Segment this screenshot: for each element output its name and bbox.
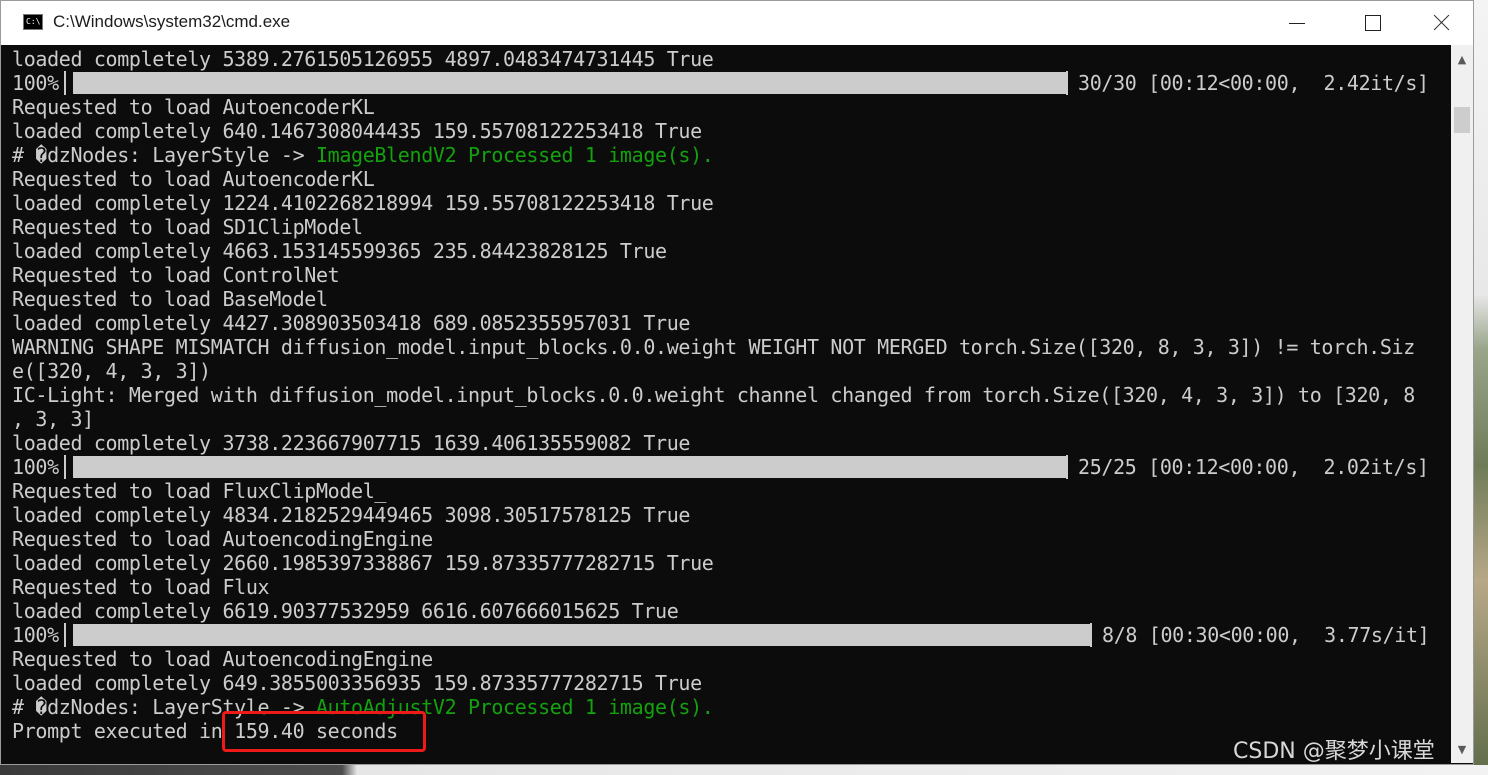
console-line: loaded completely 5389.2761505126955 489… [12, 47, 714, 71]
maximize-icon[interactable] [1337, 1, 1407, 45]
console-line: loaded completely 6619.90377532959 6616.… [12, 599, 679, 623]
minimize-icon[interactable] [1261, 1, 1331, 45]
console-line-text: Requested to load AutoencoderKL [12, 167, 375, 191]
console-line-text: loaded completely 1224.4102268218994 159… [12, 191, 714, 215]
window-title: C:\Windows\system32\cmd.exe [53, 12, 291, 31]
console-line: loaded completely 1224.4102268218994 159… [12, 191, 714, 215]
console-line-success-text: ImageBlendV2 Processed 1 image(s). [315, 143, 714, 167]
console-output[interactable]: loaded completely 5389.2761505126955 489… [1, 45, 1451, 763]
console-line: Requested to load SD1ClipModel [12, 215, 363, 239]
console-line-text: loaded completely 5389.2761505126955 489… [12, 47, 714, 71]
console-line-text: IC-Light: Merged with diffusion_model.in… [12, 383, 1415, 407]
console-app-icon: C:\ [23, 14, 43, 30]
console-line: loaded completely 4427.308903503418 689.… [12, 311, 690, 335]
console-line: loaded completely 640.1467308044435 159.… [12, 119, 702, 143]
console-line-text: , 3, 3] [12, 407, 94, 431]
console-line-text: Requested to load AutoencodingEngine [12, 527, 433, 551]
progress-bar-left-edge [64, 455, 66, 479]
console-line-text: loaded completely 3738.223667907715 1639… [12, 431, 691, 455]
console-line: WARNING SHAPE MISMATCH diffusion_model.i… [12, 335, 1415, 359]
progress-bar-fill [73, 624, 1090, 646]
progress-percent: 100% [12, 455, 59, 479]
highlight-box [222, 711, 426, 752]
progress-stats: 30/30 [00:12<00:00, 2.42it/s] [1078, 71, 1429, 95]
console-line-text: e([320, 4, 3, 3]) [12, 359, 211, 383]
console-line-text: loaded completely 4427.308903503418 689.… [12, 311, 691, 335]
console-line-text: WARNING SHAPE MISMATCH diffusion_model.i… [12, 335, 1415, 359]
progress-bar-left-edge [64, 623, 66, 647]
scrollbar-thumb[interactable] [1454, 107, 1470, 133]
console-line: Requested to load AutoencoderKL [12, 95, 375, 119]
console-line-text: Requested to load Flux [12, 575, 270, 599]
scroll-down-icon[interactable]: ▼ [1451, 739, 1473, 761]
console-line-text: Requested to load SD1ClipModel [12, 215, 363, 239]
progress-bar-right-edge [1066, 455, 1068, 479]
console-line-text: Requested to load BaseModel [12, 287, 328, 311]
console-line: Requested to load AutoencodingEngine [12, 527, 433, 551]
progress-bar-left-edge [64, 71, 66, 95]
progress-stats: 25/25 [00:12<00:00, 2.02it/s] [1078, 455, 1429, 479]
console-line-text: Requested to load FluxClipModel_ [12, 479, 387, 503]
close-icon[interactable] [1407, 1, 1477, 45]
console-line: loaded completely 649.3855003356935 159.… [12, 671, 702, 695]
console-line-text: Requested to load ControlNet [12, 263, 340, 287]
console-line: Requested to load ControlNet [12, 263, 340, 287]
console-line: loaded completely 4663.153145599365 235.… [12, 239, 667, 263]
console-line: loaded completely 2660.1985397338867 159… [12, 551, 714, 575]
console-line-text: Requested to load AutoencoderKL [12, 95, 375, 119]
console-line: Requested to load Flux [12, 575, 270, 599]
cmd-window: C:\ C:\Windows\system32\cmd.exe loaded c… [0, 0, 1474, 765]
progress-percent: 100% [12, 623, 59, 647]
console-line: e([320, 4, 3, 3]) [12, 359, 211, 383]
background-desktop-right [1474, 0, 1488, 775]
progress-bar-fill [73, 456, 1066, 478]
console-line: Requested to load AutoencodingEngine [12, 647, 433, 671]
vertical-scrollbar[interactable]: ▲ ▼ [1451, 45, 1473, 763]
console-line: , 3, 3] [12, 407, 94, 431]
progress-bar-right-edge [1090, 623, 1092, 647]
console-line-text: loaded completely 2660.1985397338867 159… [12, 551, 714, 575]
console-line: # �dzNodes: LayerStyle -> ImageBlendV2 P… [12, 143, 714, 167]
console-line: Requested to load FluxClipModel_ [12, 479, 386, 503]
console-line: loaded completely 3738.223667907715 1639… [12, 431, 690, 455]
scroll-up-icon[interactable]: ▲ [1451, 49, 1473, 71]
console-line: loaded completely 4834.2182529449465 309… [12, 503, 690, 527]
progress-percent: 100% [12, 71, 59, 95]
console-line: Requested to load AutoencoderKL [12, 167, 375, 191]
progress-bar-fill [73, 72, 1066, 94]
console-line: Requested to load BaseModel [12, 287, 328, 311]
progress-stats: 8/8 [00:30<00:00, 3.77s/it] [1102, 623, 1430, 647]
console-line-text: loaded completely 6619.90377532959 6616.… [12, 599, 679, 623]
console-line: IC-Light: Merged with diffusion_model.in… [12, 383, 1415, 407]
console-line-text: Requested to load AutoencodingEngine [12, 647, 433, 671]
console-line-text: # �dzNodes: LayerStyle -> [12, 143, 316, 167]
watermark: CSDN @聚梦小课堂 [1233, 739, 1435, 764]
console-line-text: loaded completely 4834.2182529449465 309… [12, 503, 691, 527]
progress-bar-right-edge [1066, 71, 1068, 95]
background-desktop-bottom [0, 765, 1488, 775]
console-line-text: loaded completely 640.1467308044435 159.… [12, 119, 702, 143]
console-line-text: loaded completely 649.3855003356935 159.… [12, 671, 702, 695]
title-bar[interactable]: C:\ C:\Windows\system32\cmd.exe [1, 1, 1473, 45]
console-line-text: loaded completely 4663.153145599365 235.… [12, 239, 667, 263]
